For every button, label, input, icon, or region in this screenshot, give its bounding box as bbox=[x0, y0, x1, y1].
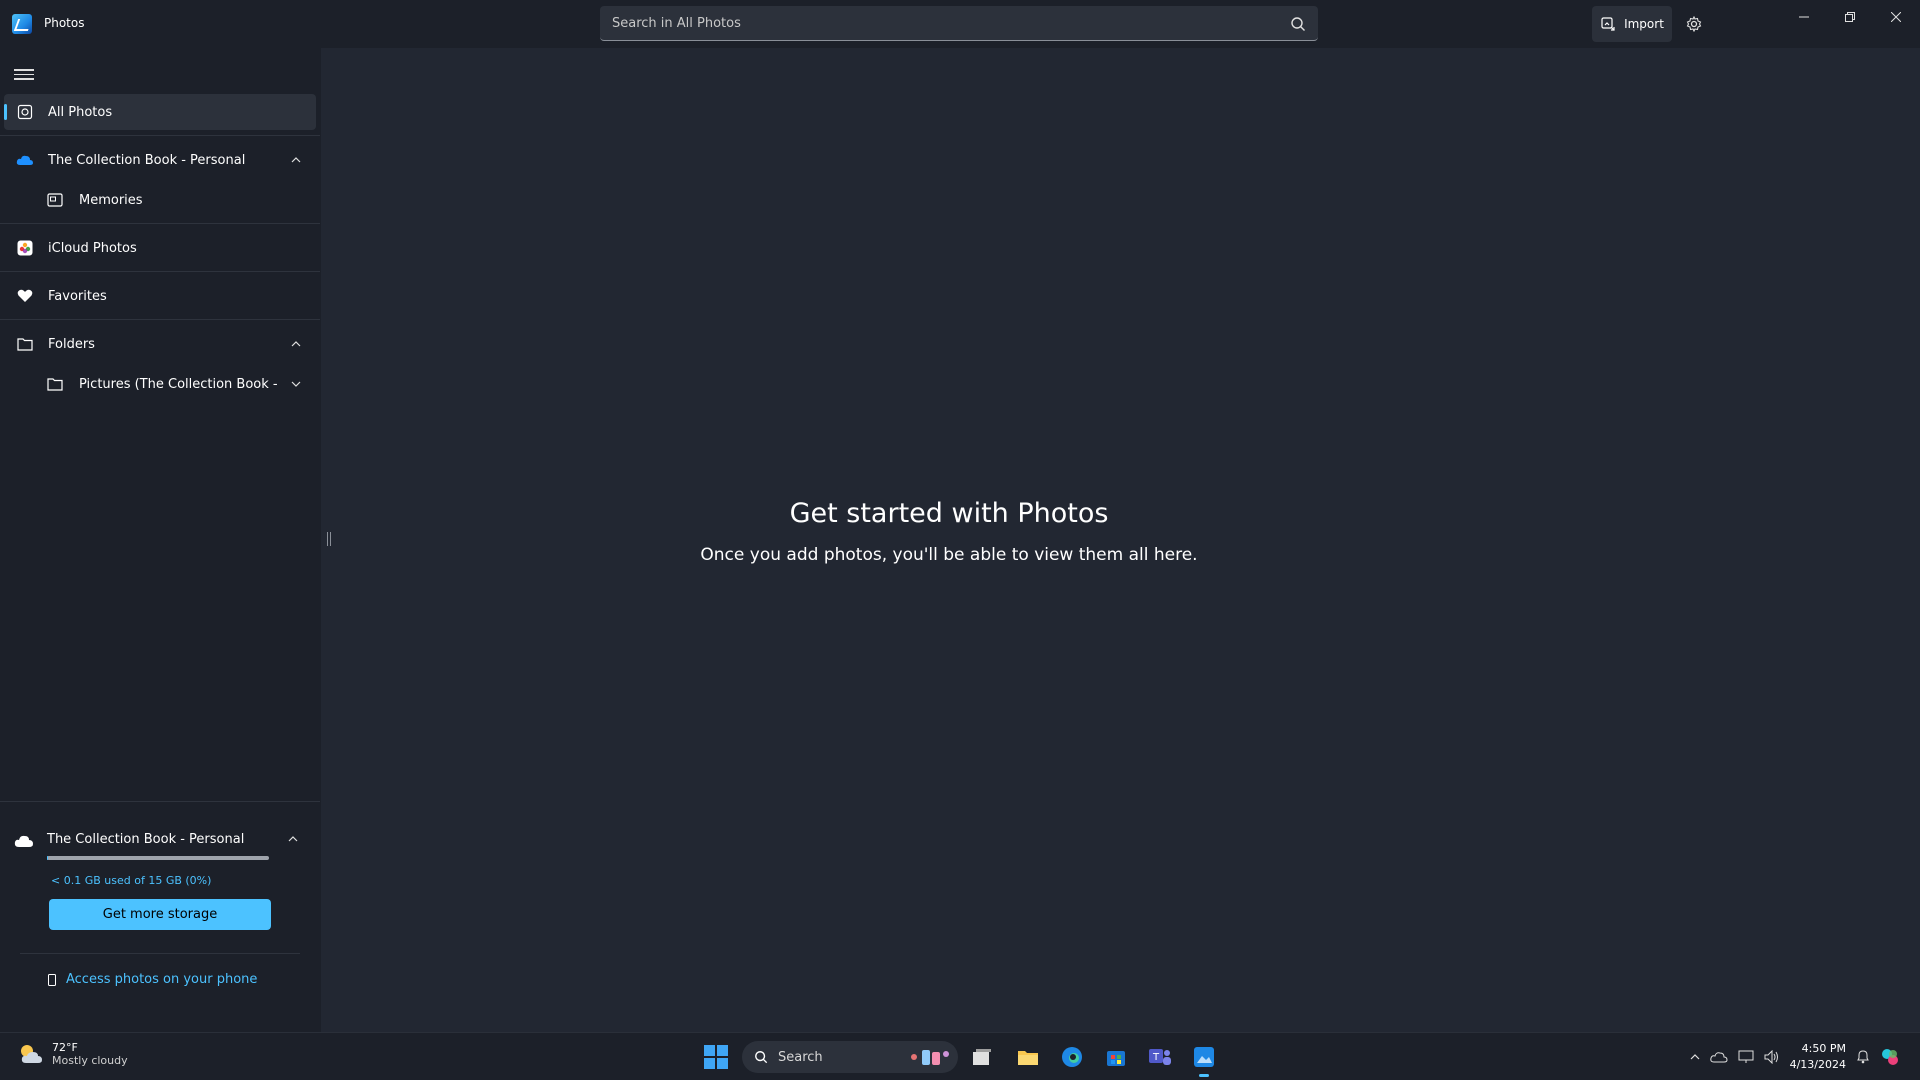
chevron-down-icon[interactable] bbox=[290, 378, 302, 390]
sidebar: All Photos The Collection Book - Persona… bbox=[0, 48, 320, 1032]
onedrive-tray-icon[interactable] bbox=[1709, 1051, 1728, 1063]
task-view-icon bbox=[973, 1049, 991, 1065]
empty-state-title: Get started with Photos bbox=[789, 498, 1109, 529]
storage-progress-bar bbox=[47, 856, 269, 860]
taskbar-teams[interactable]: T bbox=[1146, 1043, 1174, 1071]
weather-widget[interactable]: 72°F Mostly cloudy bbox=[18, 1041, 128, 1067]
get-more-storage-button[interactable]: Get more storage bbox=[49, 899, 271, 930]
sidebar-item-label: The Collection Book - Personal bbox=[48, 152, 246, 168]
store-icon bbox=[1107, 1051, 1125, 1066]
photos-app-icon bbox=[12, 14, 32, 34]
app-title: Photos bbox=[44, 16, 85, 30]
divider bbox=[0, 271, 320, 272]
volume-icon[interactable] bbox=[1764, 1050, 1780, 1064]
search-input[interactable] bbox=[612, 15, 1272, 31]
icloud-icon bbox=[16, 239, 34, 257]
storage-progress-fill bbox=[47, 856, 49, 860]
phone-link-label: Access photos on your phone bbox=[66, 972, 258, 987]
chevron-up-icon[interactable] bbox=[1690, 1054, 1700, 1060]
search-box[interactable] bbox=[600, 6, 1318, 41]
network-icon[interactable] bbox=[1738, 1050, 1754, 1064]
taskbar-store[interactable] bbox=[1102, 1043, 1130, 1071]
sidebar-item-label: All Photos bbox=[48, 104, 113, 120]
close-icon bbox=[1891, 12, 1901, 22]
divider bbox=[20, 953, 300, 954]
chevron-up-icon[interactable] bbox=[290, 338, 302, 350]
taskbar-task-view[interactable] bbox=[968, 1043, 996, 1071]
taskbar-photos[interactable] bbox=[1190, 1043, 1218, 1077]
taskbar-search-label: Search bbox=[778, 1049, 823, 1065]
notification-bell-icon[interactable] bbox=[1856, 1050, 1870, 1064]
sidebar-item-memories[interactable]: Memories bbox=[4, 182, 316, 218]
svg-text:T: T bbox=[1152, 1052, 1160, 1063]
sidebar-item-icloud-photos[interactable]: iCloud Photos bbox=[4, 230, 316, 266]
divider bbox=[0, 223, 320, 224]
clock-date: 4/13/2024 bbox=[1789, 1058, 1846, 1071]
import-label: Import bbox=[1624, 17, 1664, 31]
clock-time: 4:50 PM bbox=[1801, 1042, 1846, 1055]
divider bbox=[0, 319, 320, 320]
settings-button[interactable] bbox=[1680, 10, 1708, 38]
empty-state-subtitle: Once you add photos, you'll be able to v… bbox=[700, 545, 1198, 565]
close-button[interactable] bbox=[1874, 6, 1918, 28]
taskbar-search[interactable]: Search bbox=[742, 1041, 958, 1073]
sidebar-item-pictures-folder[interactable]: Pictures (The Collection Book - bbox=[4, 366, 316, 402]
photos-icon bbox=[1194, 1047, 1214, 1067]
storage-used-text[interactable]: < 0.1 GB used of 15 GB (0%) bbox=[51, 874, 211, 887]
sidebar-item-label: Pictures (The Collection Book - bbox=[79, 376, 278, 392]
windows-logo-icon bbox=[704, 1045, 715, 1056]
import-icon bbox=[1601, 17, 1615, 31]
sidebar-item-label: Favorites bbox=[48, 288, 107, 304]
main-content: Get started with Photos Once you add pho… bbox=[321, 48, 1920, 1032]
heart-icon bbox=[16, 287, 34, 305]
folder-icon bbox=[16, 335, 34, 353]
sidebar-item-label: Memories bbox=[79, 192, 143, 208]
sidebar-item-label: Folders bbox=[48, 336, 95, 352]
weather-temperature: 72°F bbox=[52, 1041, 78, 1054]
access-photos-phone-link[interactable]: Access photos on your phone bbox=[48, 972, 257, 987]
system-tray: 4:50 PM 4/13/2024 bbox=[1690, 1041, 1900, 1073]
storage-account-name: The Collection Book - Personal bbox=[47, 832, 245, 847]
chevron-up-icon[interactable] bbox=[290, 154, 302, 166]
minimize-icon bbox=[1799, 16, 1809, 18]
taskbar-clock[interactable]: 4:50 PM 4/13/2024 bbox=[1790, 1041, 1846, 1073]
start-button[interactable] bbox=[704, 1045, 728, 1069]
divider bbox=[0, 135, 320, 136]
taskbar: 72°F Mostly cloudy Search T 4:50 PM 4/13… bbox=[0, 1032, 1920, 1080]
restore-button[interactable] bbox=[1828, 6, 1872, 28]
onedrive-icon bbox=[16, 151, 34, 169]
hamburger-menu-icon[interactable] bbox=[14, 66, 34, 82]
import-button[interactable]: Import bbox=[1592, 6, 1672, 42]
taskbar-file-explorer[interactable] bbox=[1014, 1043, 1042, 1071]
sidebar-item-label: iCloud Photos bbox=[48, 240, 137, 256]
search-icon[interactable] bbox=[1290, 16, 1306, 32]
copilot-icon[interactable] bbox=[1880, 1047, 1900, 1067]
folder-icon bbox=[46, 375, 64, 393]
sidebar-item-all-photos[interactable]: All Photos bbox=[4, 94, 316, 130]
search-highlight-icon bbox=[911, 1050, 949, 1065]
minimize-button[interactable] bbox=[1782, 6, 1826, 28]
all-photos-icon bbox=[16, 103, 34, 121]
sidebar-item-favorites[interactable]: Favorites bbox=[4, 278, 316, 314]
search-icon bbox=[755, 1051, 768, 1064]
gear-icon bbox=[1686, 16, 1702, 32]
sidebar-item-folders[interactable]: Folders bbox=[4, 326, 316, 362]
edge-icon bbox=[1062, 1047, 1082, 1067]
file-explorer-icon bbox=[1018, 1051, 1038, 1065]
weather-description: Mostly cloudy bbox=[52, 1054, 128, 1067]
storage-panel: The Collection Book - Personal < 0.1 GB … bbox=[0, 802, 320, 1032]
title-bar: Photos Import bbox=[0, 0, 1920, 48]
phone-icon bbox=[48, 973, 56, 986]
taskbar-edge[interactable] bbox=[1058, 1043, 1086, 1071]
memories-icon bbox=[46, 191, 64, 209]
teams-icon: T bbox=[1149, 1049, 1171, 1065]
cloud-icon bbox=[14, 835, 33, 847]
sidebar-item-onedrive-account[interactable]: The Collection Book - Personal bbox=[4, 142, 316, 178]
pane-splitter-handle[interactable] bbox=[327, 532, 331, 546]
partly-cloudy-icon bbox=[21, 1045, 42, 1063]
restore-icon bbox=[1845, 12, 1855, 22]
chevron-up-icon[interactable] bbox=[288, 836, 298, 842]
